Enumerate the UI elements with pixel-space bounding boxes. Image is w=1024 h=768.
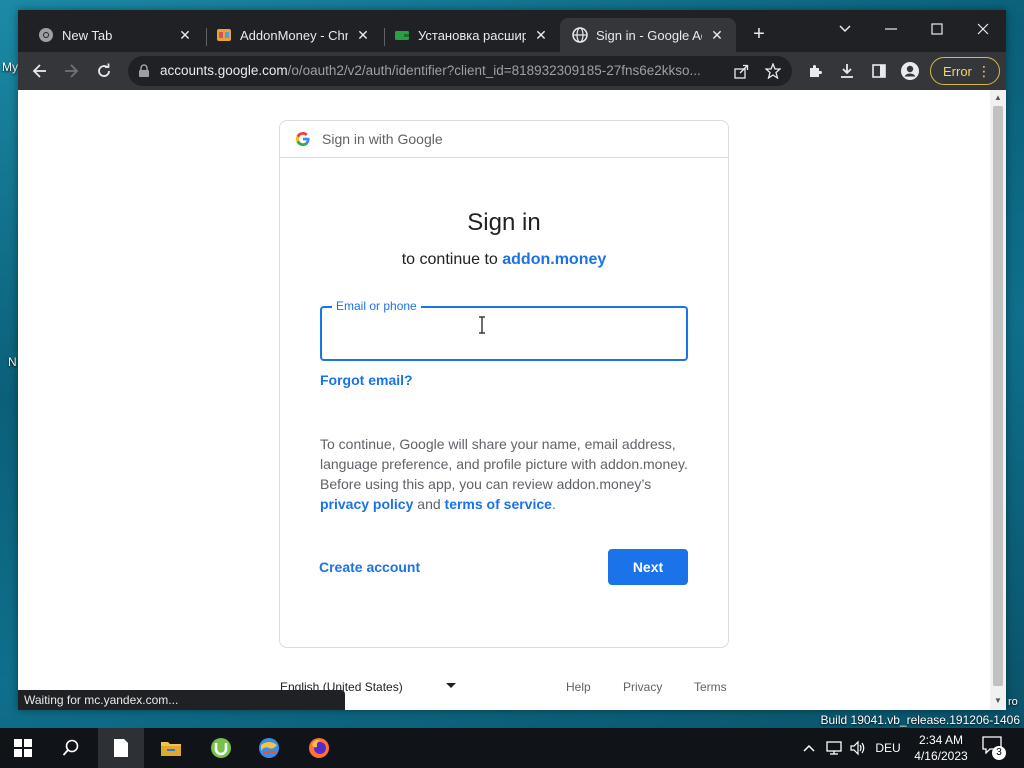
share-icon[interactable]	[728, 58, 754, 84]
search-icon[interactable]	[48, 728, 94, 768]
network-icon[interactable]	[822, 728, 846, 768]
desktop-label: N	[8, 355, 17, 369]
tab-title: Установка расширения	[418, 27, 526, 43]
url-path: /o/oauth2/v2/auth/identifier?client_id=8…	[287, 63, 701, 78]
terms-link[interactable]: Terms	[694, 680, 727, 694]
scroll-down-icon[interactable]: ▼	[994, 696, 1002, 705]
taskbar: DEU 2:34 AM 4/16/2023 3	[0, 728, 1024, 768]
chevron-down-icon[interactable]	[446, 683, 456, 688]
url-host: accounts.google.com	[160, 63, 288, 78]
create-account-button[interactable]: Create account	[319, 559, 420, 575]
tab-search-icon[interactable]	[822, 14, 868, 44]
close-icon[interactable]: ✕	[532, 26, 550, 44]
bookmark-star-icon[interactable]	[760, 58, 786, 84]
menu-dots-icon[interactable]: ⋮	[977, 62, 991, 80]
browser-window: New Tab ✕ AddonMoney - Chrom ✕ Установка…	[18, 10, 1006, 710]
tab-addonmoney[interactable]: AddonMoney - Chrom ✕	[196, 18, 382, 52]
profile-icon[interactable]	[897, 58, 923, 84]
consent-text: To continue, Google will share your name…	[320, 434, 692, 514]
continue-prefix: to continue to	[401, 251, 503, 268]
addonmoney-icon	[216, 27, 232, 43]
windows-start-icon[interactable]	[0, 728, 46, 768]
clock[interactable]: 2:34 AM 4/16/2023	[908, 732, 974, 764]
extensions-icon[interactable]	[802, 58, 828, 84]
clock-time: 2:34 AM	[918, 733, 964, 747]
consent-period: .	[551, 496, 556, 512]
signin-card: Sign in with Google Sign in to continue …	[279, 120, 729, 648]
tab-title: AddonMoney - Chrom	[240, 27, 348, 43]
chrome-icon	[38, 27, 54, 43]
notification-count-badge: 3	[992, 746, 1006, 760]
scroll-thumb[interactable]	[993, 106, 1003, 686]
forgot-email-link[interactable]: Forgot email?	[320, 372, 413, 388]
close-icon[interactable]: ✕	[176, 26, 194, 44]
window-close-icon[interactable]	[960, 14, 1006, 44]
close-icon[interactable]: ✕	[708, 26, 726, 44]
next-button[interactable]: Next	[608, 549, 688, 585]
minimize-icon[interactable]	[868, 14, 914, 44]
email-field-container[interactable]: Email or phone	[320, 299, 688, 361]
wallet-icon	[394, 27, 410, 43]
chevron-up-icon[interactable]	[798, 728, 820, 768]
download-icon[interactable]	[834, 58, 860, 84]
consent-and: and	[413, 496, 445, 512]
browser-error-button[interactable]: Error ⋮	[930, 57, 1000, 85]
close-icon[interactable]: ✕	[354, 26, 372, 44]
consent-body: To continue, Google will share your name…	[320, 436, 688, 492]
url-text[interactable]: accounts.google.com/o/oauth2/v2/auth/ide…	[160, 63, 720, 78]
back-icon[interactable]	[27, 58, 53, 84]
tab-title: New Tab	[62, 27, 113, 43]
scroll-up-icon[interactable]: ▲	[994, 93, 1002, 102]
taskbar-document-icon[interactable]	[98, 728, 144, 768]
help-link[interactable]: Help	[566, 680, 591, 694]
email-field[interactable]	[334, 322, 674, 346]
address-bar[interactable]: accounts.google.com/o/oauth2/v2/auth/ide…	[128, 56, 792, 86]
volume-icon[interactable]	[846, 728, 870, 768]
tab-new-tab[interactable]: New Tab ✕	[18, 18, 204, 52]
utorrent-icon[interactable]	[198, 728, 244, 768]
privacy-link[interactable]: Privacy	[623, 680, 662, 694]
privacy-policy-link[interactable]: privacy policy	[320, 496, 413, 512]
browser-globe-icon[interactable]	[246, 728, 292, 768]
tab-strip: New Tab ✕ AddonMoney - Chrom ✕ Установка…	[18, 10, 1006, 52]
forward-icon[interactable]	[58, 58, 84, 84]
card-header: Sign in with Google	[280, 121, 728, 158]
card-header-title: Sign in with Google	[322, 131, 443, 147]
continue-to-text: to continue to addon.money	[280, 251, 728, 269]
page-scrollbar[interactable]: ▲ ▼	[990, 90, 1006, 710]
google-g-icon	[296, 132, 310, 146]
new-tab-button[interactable]: +	[748, 24, 770, 46]
app-name-link[interactable]: addon.money	[502, 251, 606, 268]
tab-google-signin[interactable]: Sign in - Google Accounts ✕	[560, 18, 736, 52]
maximize-icon[interactable]	[914, 14, 960, 44]
lock-icon[interactable]	[138, 64, 150, 83]
tab-extension-install[interactable]: Установка расширения ✕	[374, 18, 560, 52]
side-panel-icon[interactable]	[866, 58, 892, 84]
status-bubble: Waiting for mc.yandex.com...	[18, 690, 345, 710]
tab-title: Sign in - Google Accounts	[596, 27, 702, 43]
desktop-label: My	[2, 60, 18, 74]
page-content: Sign in with Google Sign in to continue …	[18, 90, 990, 710]
clock-date: 4/16/2023	[914, 749, 968, 763]
page-title: Sign in	[467, 209, 541, 236]
build-watermark: Build 19041.vb_release.191206-1406	[820, 713, 1021, 727]
text-cursor-icon	[478, 316, 486, 334]
error-label: Error	[943, 63, 972, 79]
desktop-label: ro	[1008, 696, 1018, 708]
firefox-icon[interactable]	[296, 728, 342, 768]
input-language-indicator[interactable]: DEU	[872, 728, 904, 768]
email-field-label: Email or phone	[332, 299, 421, 313]
file-explorer-icon[interactable]	[148, 728, 194, 768]
browser-toolbar: accounts.google.com/o/oauth2/v2/auth/ide…	[18, 52, 1006, 90]
terms-of-service-link[interactable]: terms of service	[445, 496, 552, 512]
reload-icon[interactable]	[91, 58, 117, 84]
globe-icon	[572, 27, 588, 43]
